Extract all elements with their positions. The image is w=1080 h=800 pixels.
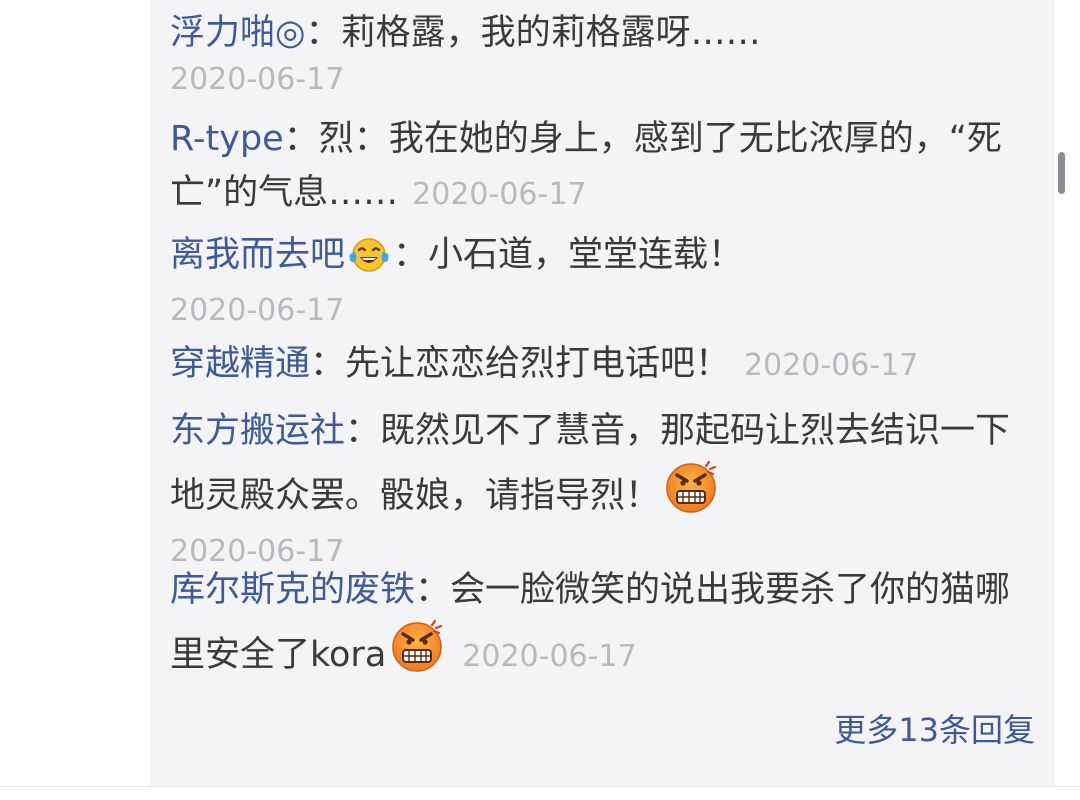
comment-item: 浮力啪◎：莉格露，我的莉格露呀…… 2020-06-17 bbox=[170, 6, 1040, 100]
more-replies-link[interactable]: 更多13条回复 bbox=[834, 705, 1035, 751]
comment-item: 穿越精通：先让恋恋给烈打电话吧！ 2020-06-17 bbox=[170, 337, 1040, 393]
comment-item: R-type：烈：我在她的身上，感到了无比浓厚的，“死亡”的气息…… 2020-0… bbox=[170, 112, 1040, 222]
reply-panel: 浮力啪◎：莉格露，我的莉格露呀…… 2020-06-17 R-type：烈：我在… bbox=[150, 0, 1065, 786]
scrollbar-thumb[interactable] bbox=[1058, 152, 1065, 194]
separator: ： bbox=[283, 119, 319, 159]
angry-face-emoji-icon bbox=[388, 617, 446, 691]
laughing-tears-emoji-icon bbox=[347, 235, 391, 291]
comment-username[interactable]: 库尔斯克的废铁 bbox=[170, 570, 415, 610]
separator: ： bbox=[310, 344, 346, 384]
separator: ： bbox=[305, 13, 341, 53]
angry-face-emoji-icon bbox=[662, 458, 720, 532]
comment-username[interactable]: R-type bbox=[170, 119, 284, 159]
separator: ： bbox=[393, 235, 429, 275]
comment-username[interactable]: 离我而去吧 bbox=[170, 235, 345, 275]
comment-timestamp: 2020-06-17 bbox=[170, 293, 345, 328]
comment-username[interactable]: 穿越精通 bbox=[170, 344, 310, 384]
comment-item: 库尔斯克的废铁：会一脸微笑的说出我要杀了你的猫哪里安全了kora 2020-06-… bbox=[170, 563, 1040, 691]
comment-timestamp: 2020-06-17 bbox=[170, 62, 345, 97]
comment-username[interactable]: 浮力啪◎ bbox=[170, 13, 306, 53]
comment-username[interactable]: 东方搬运社 bbox=[170, 411, 345, 451]
comment-timestamp: 2020-06-17 bbox=[462, 639, 637, 674]
separator: ： bbox=[415, 570, 451, 610]
comment-timestamp: 2020-06-17 bbox=[412, 177, 587, 212]
comment-timestamp: 2020-06-17 bbox=[744, 348, 919, 383]
comment-text: 小石道，堂堂连载！ bbox=[428, 235, 744, 275]
comment-text: 先让恋恋给烈打电话吧！ bbox=[345, 344, 731, 384]
divider bbox=[0, 786, 1080, 787]
comment-item: 东方搬运社：既然见不了慧音，那起码让烈去结识一下地灵殿众罢。骰娘，请指导烈！ 2… bbox=[170, 404, 1040, 572]
comment-text: 莉格露，我的莉格露呀…… bbox=[340, 13, 761, 53]
comment-item: 离我而去吧 ：小石道，堂堂连载！ 2020-06-17 bbox=[170, 228, 1040, 331]
separator: ： bbox=[345, 411, 381, 451]
